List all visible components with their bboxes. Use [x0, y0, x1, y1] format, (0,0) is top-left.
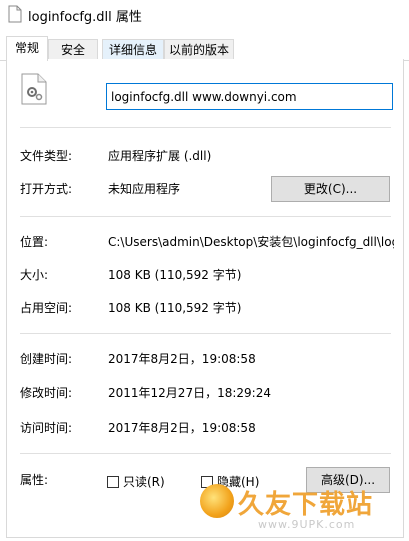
created-label: 创建时间: — [20, 352, 73, 366]
size-on-disk-label: 占用空间: — [20, 301, 73, 315]
readonly-checkbox[interactable]: 只读(R) — [107, 473, 165, 490]
tab-strip: 常规 安全 详细信息 以前的版本 — [0, 36, 409, 61]
opens-with-value: 未知应用程序 — [108, 182, 181, 196]
file-icon — [8, 5, 22, 23]
file-name-input[interactable] — [106, 83, 393, 110]
change-button[interactable]: 更改(C)... — [271, 176, 390, 202]
separator — [20, 127, 391, 128]
window-title: loginfocfg.dll 属性 — [28, 10, 142, 25]
size-label: 大小: — [20, 268, 49, 282]
tab-security[interactable]: 安全 — [48, 39, 98, 59]
file-type-label: 文件类型: — [20, 149, 73, 163]
watermark: 久友下载站 www.9UPK.com — [196, 482, 409, 541]
file-type-value: 应用程序扩展 (.dll) — [108, 149, 212, 163]
watermark-url: www.9UPK.com — [258, 518, 356, 531]
opens-with-label: 打开方式: — [20, 182, 73, 196]
separator — [20, 333, 391, 334]
accessed-value: 2017年8月2日，19:08:58 — [108, 421, 256, 435]
attributes-label: 属性: — [20, 473, 49, 487]
watermark-logo-icon — [200, 484, 234, 518]
watermark-title: 久友下载站 — [238, 490, 374, 520]
dll-gear-file-icon — [21, 73, 47, 105]
modified-value: 2011年12月27日，18:29:24 — [108, 386, 271, 400]
size-on-disk-value: 108 KB (110,592 字节) — [108, 301, 242, 315]
tab-details[interactable]: 详细信息 — [102, 39, 164, 59]
readonly-checkbox-box[interactable] — [107, 475, 119, 488]
location-value: C:\Users\admin\Desktop\安装包\loginfocfg_dl… — [108, 235, 394, 249]
location-label: 位置: — [20, 235, 49, 249]
tab-general[interactable]: 常规 — [6, 36, 48, 61]
readonly-label: 只读(R) — [123, 475, 165, 489]
created-value: 2017年8月2日，19:08:58 — [108, 352, 256, 366]
size-value: 108 KB (110,592 字节) — [108, 268, 242, 282]
modified-label: 修改时间: — [20, 386, 73, 400]
separator — [20, 216, 391, 217]
separator — [20, 453, 391, 454]
title-bar: loginfocfg.dll 属性 — [0, 0, 409, 30]
tab-previous-versions[interactable]: 以前的版本 — [164, 39, 234, 59]
accessed-label: 访问时间: — [20, 421, 73, 435]
